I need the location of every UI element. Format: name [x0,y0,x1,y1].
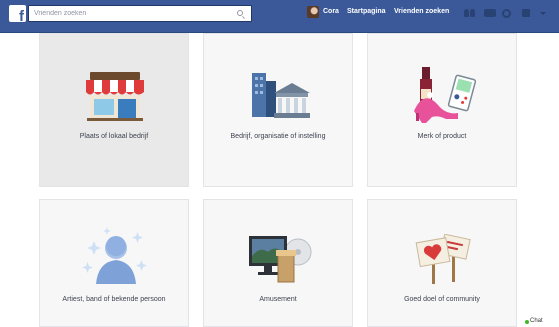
category-card-entertainment[interactable]: Amusement [203,199,353,327]
category-card-brand[interactable]: Merk of product [367,33,517,187]
signs-icon [415,234,471,284]
chat-tab[interactable]: Chat [530,318,543,324]
avatar[interactable] [307,6,319,18]
category-label: Plaats of lokaal bedrijf [79,133,149,140]
category-card-artist[interactable]: Artiest, band of bekende persoon [39,199,189,327]
tv-icon [249,236,312,283]
facebook-logo[interactable]: f [9,5,26,22]
category-card-cause[interactable]: Goed doel of community [367,199,517,327]
friend-requests-icon[interactable] [464,9,477,17]
storefront-icon [86,72,144,121]
messages-icon[interactable] [484,9,496,17]
products-icon [414,67,477,123]
search-input[interactable] [29,6,229,21]
category-label: Artiest, band of bekende persoon [62,296,166,303]
find-friends-link[interactable]: Vrienden zoeken [394,8,449,15]
category-card-company[interactable]: Bedrijf, organisatie of instelling [203,33,353,187]
top-bar: f Cora Startpagina Vrienden zoeken [0,0,559,33]
logo-letter: f [19,8,24,22]
account-menu-chevron-down-icon[interactable] [540,12,546,15]
home-link[interactable]: Startpagina [347,8,386,15]
privacy-shortcuts-icon[interactable] [522,9,530,17]
category-label: Goed doel of community [404,296,480,303]
category-label: Amusement [259,296,297,303]
profile-link[interactable]: Cora [323,8,339,15]
search-box[interactable] [28,5,252,22]
notifications-globe-icon[interactable] [502,9,511,18]
category-label: Merk of product [417,133,467,140]
buildings-icon [252,73,310,118]
category-card-local-business[interactable]: Plaats of lokaal bedrijf [39,33,189,187]
search-icon[interactable] [237,10,243,16]
person-stars-icon [82,227,147,284]
chat-status-icon [525,320,529,324]
category-label: Bedrijf, organisatie of instelling [230,133,326,140]
